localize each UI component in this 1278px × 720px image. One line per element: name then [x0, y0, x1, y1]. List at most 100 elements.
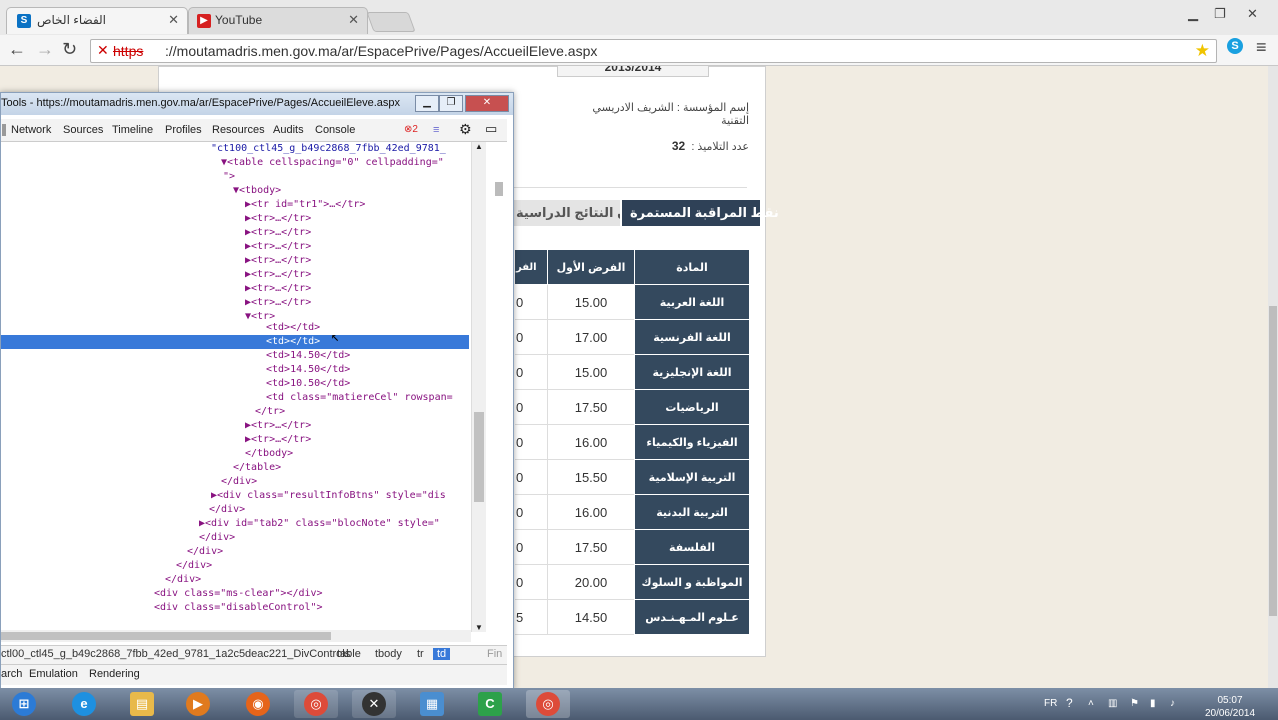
sidebar-scroll-thumb[interactable] — [495, 182, 503, 196]
tab-sources[interactable]: Sources — [63, 124, 103, 136]
dom-line[interactable]: ▶<tr>…</tr> — [245, 212, 311, 226]
dom-line[interactable]: ▶<tr>…</tr> — [245, 433, 311, 447]
dom-line[interactable]: </div> — [176, 559, 212, 573]
dom-line[interactable]: <td>10.50</td> — [266, 377, 350, 391]
dom-line[interactable]: ▶<tr>…</tr> — [245, 419, 311, 433]
drawer-tab-search[interactable]: arch — [1, 668, 22, 680]
scrollbar-thumb[interactable] — [1269, 306, 1277, 616]
tab-console[interactable]: Console — [315, 124, 355, 136]
new-tab-button[interactable] — [366, 12, 416, 32]
close-window-icon[interactable]: ✕ — [1247, 6, 1258, 22]
firefox-icon[interactable]: ◉ — [236, 690, 280, 718]
tab-timeline[interactable]: Timeline — [112, 124, 153, 136]
tab-audits[interactable]: Audits — [273, 124, 304, 136]
chrome-window-icon[interactable]: ◎ — [526, 690, 570, 718]
start-button[interactable]: ⊞ — [2, 690, 46, 718]
tab-study-results[interactable]: بيان النتائج الدراسية — [508, 200, 620, 226]
scrollbar-thumb[interactable] — [474, 412, 484, 502]
menu-icon[interactable]: ≡ — [1256, 37, 1267, 58]
explorer-icon[interactable]: ▤ — [120, 690, 164, 718]
minimize-icon[interactable]: ▁ — [415, 95, 439, 112]
scroll-down-icon[interactable]: ▼ — [475, 623, 483, 632]
dom-line[interactable]: <td></td> — [266, 321, 320, 335]
dom-line[interactable]: </div> — [199, 531, 235, 545]
dom-line[interactable]: </div> — [221, 475, 257, 489]
error-icon[interactable]: ⊗2 — [404, 124, 418, 135]
scrollbar-thumb[interactable] — [1, 632, 331, 640]
tab-youtube[interactable]: ▶ YouTube ✕ — [188, 7, 368, 34]
dom-line[interactable]: ▼<tbody> — [233, 184, 281, 198]
dom-line[interactable]: <td>14.50</td> — [266, 349, 350, 363]
dom-line[interactable]: </tr> — [255, 405, 285, 419]
dom-line[interactable]: ▶<div class="resultInfoBtns" style="dis — [211, 489, 446, 503]
dom-line[interactable]: <div class="ms-clear"></div> — [154, 587, 323, 601]
horizontal-scrollbar[interactable] — [1, 630, 471, 642]
dom-line[interactable]: ▼<table cellspacing="0" cellpadding=" — [221, 156, 444, 170]
tray-expand-icon[interactable]: ˄ — [1088, 698, 1094, 709]
forward-icon[interactable]: → — [36, 39, 54, 60]
dom-line[interactable]: <td>14.50</td> — [266, 363, 350, 377]
maximize-icon[interactable]: ❐ — [1214, 6, 1226, 22]
tab-network[interactable]: Network — [11, 124, 51, 136]
help-icon[interactable]: ? — [1066, 696, 1073, 710]
dom-line[interactable]: ▶<tr>…</tr> — [245, 282, 311, 296]
dom-line[interactable]: ▶<tr id="tr1">…</tr> — [245, 198, 365, 212]
dom-line[interactable]: ▶<tr>…</tr> — [245, 296, 311, 310]
page-scrollbar[interactable] — [1268, 66, 1278, 688]
dom-line[interactable]: <td class="matiereCel" rowspan= — [266, 391, 453, 405]
volume-icon[interactable]: ♪ — [1170, 698, 1175, 709]
battery-icon[interactable]: ▮ — [1150, 698, 1156, 709]
crumb-tbody[interactable]: tbody — [375, 648, 402, 660]
tab-continuous-assessment[interactable]: نقط المراقبة المستمرة — [622, 200, 779, 226]
scroll-up-icon[interactable]: ▲ — [475, 142, 483, 151]
dom-line[interactable]: ▶<tr>…</tr> — [245, 226, 311, 240]
close-tab-icon[interactable]: ✕ — [348, 12, 359, 28]
console-drawer-icon[interactable]: ≡ — [433, 124, 439, 136]
crumb-tr[interactable]: tr — [417, 648, 424, 660]
dock-icon[interactable]: ▭ — [485, 121, 497, 137]
crumb-table[interactable]: table — [337, 648, 361, 660]
flag-icon[interactable]: ⚑ — [1130, 698, 1139, 709]
crumb-td[interactable]: td — [433, 648, 451, 660]
dom-line[interactable]: </table> — [233, 461, 281, 475]
dom-line[interactable]: </div> — [165, 573, 201, 587]
camtasia-icon[interactable]: ✕ — [352, 690, 396, 718]
bookmark-star-icon[interactable]: ★ — [1195, 41, 1210, 61]
reload-icon[interactable]: ↻ — [62, 39, 77, 60]
ie-icon[interactable]: e — [62, 690, 106, 718]
dom-line[interactable]: ▶<tr>…</tr> — [245, 254, 311, 268]
drawer-tab-emulation[interactable]: Emulation — [29, 668, 78, 680]
taskbar-clock[interactable]: 05:07 20/06/2014 — [1198, 694, 1262, 720]
address-bar[interactable]: ✕ https ://moutamadris.men.gov.ma/ar/Esp… — [90, 39, 1217, 63]
remote-desktop-icon[interactable]: ▦ — [410, 690, 454, 718]
back-icon[interactable]: ← — [8, 39, 26, 60]
crumb-divcontrols[interactable]: ctl00_ctl45_g_b49c2868_7fbb_42ed_9781_1a… — [1, 648, 350, 660]
tab-active[interactable]: S الفضاء الخاص ✕ — [6, 7, 188, 34]
close-icon[interactable]: ✕ — [465, 95, 509, 112]
dom-line[interactable]: ▶<tr>…</tr> — [245, 268, 311, 282]
dom-line[interactable]: "ct100_ctl45_g_b49c2868_7fbb_42ed_9781_ — [211, 142, 446, 156]
dom-line[interactable]: </div> — [209, 503, 245, 517]
find-field[interactable]: Fin — [487, 648, 502, 660]
language-indicator[interactable]: FR — [1044, 698, 1057, 709]
settings-gear-icon[interactable]: ⚙ — [459, 121, 472, 138]
elements-tree[interactable]: "ct100_ctl45_g_b49c2868_7fbb_42ed_9781_ … — [1, 142, 471, 632]
minimize-icon[interactable]: ▁ — [1188, 6, 1198, 22]
dom-line[interactable]: "> — [223, 170, 235, 184]
network-icon[interactable]: ▥ — [1108, 698, 1117, 709]
dom-line[interactable]: ▶<div id="tab2" class="blocNote" style=" — [199, 517, 440, 531]
dom-line-selected[interactable]: <td></td> — [266, 335, 320, 349]
close-tab-icon[interactable]: ✕ — [168, 12, 179, 28]
dom-line[interactable]: <div class="disableControl"> — [154, 601, 323, 615]
camtasia-studio-icon[interactable]: C — [468, 690, 512, 718]
dom-line[interactable]: </div> — [187, 545, 223, 559]
dom-line[interactable]: ▶<tr>…</tr> — [245, 240, 311, 254]
tab-resources[interactable]: Resources — [212, 124, 265, 136]
tab-profiles[interactable]: Profiles — [165, 124, 202, 136]
chrome-icon[interactable]: ◎ — [294, 690, 338, 718]
dom-line[interactable]: </tbody> — [245, 447, 293, 461]
elements-scrollbar[interactable]: ▲ ▼ — [471, 142, 486, 632]
drawer-tab-rendering[interactable]: Rendering — [89, 668, 140, 680]
maximize-icon[interactable]: ❐ — [439, 95, 463, 112]
skype-icon[interactable]: S — [1227, 38, 1243, 54]
